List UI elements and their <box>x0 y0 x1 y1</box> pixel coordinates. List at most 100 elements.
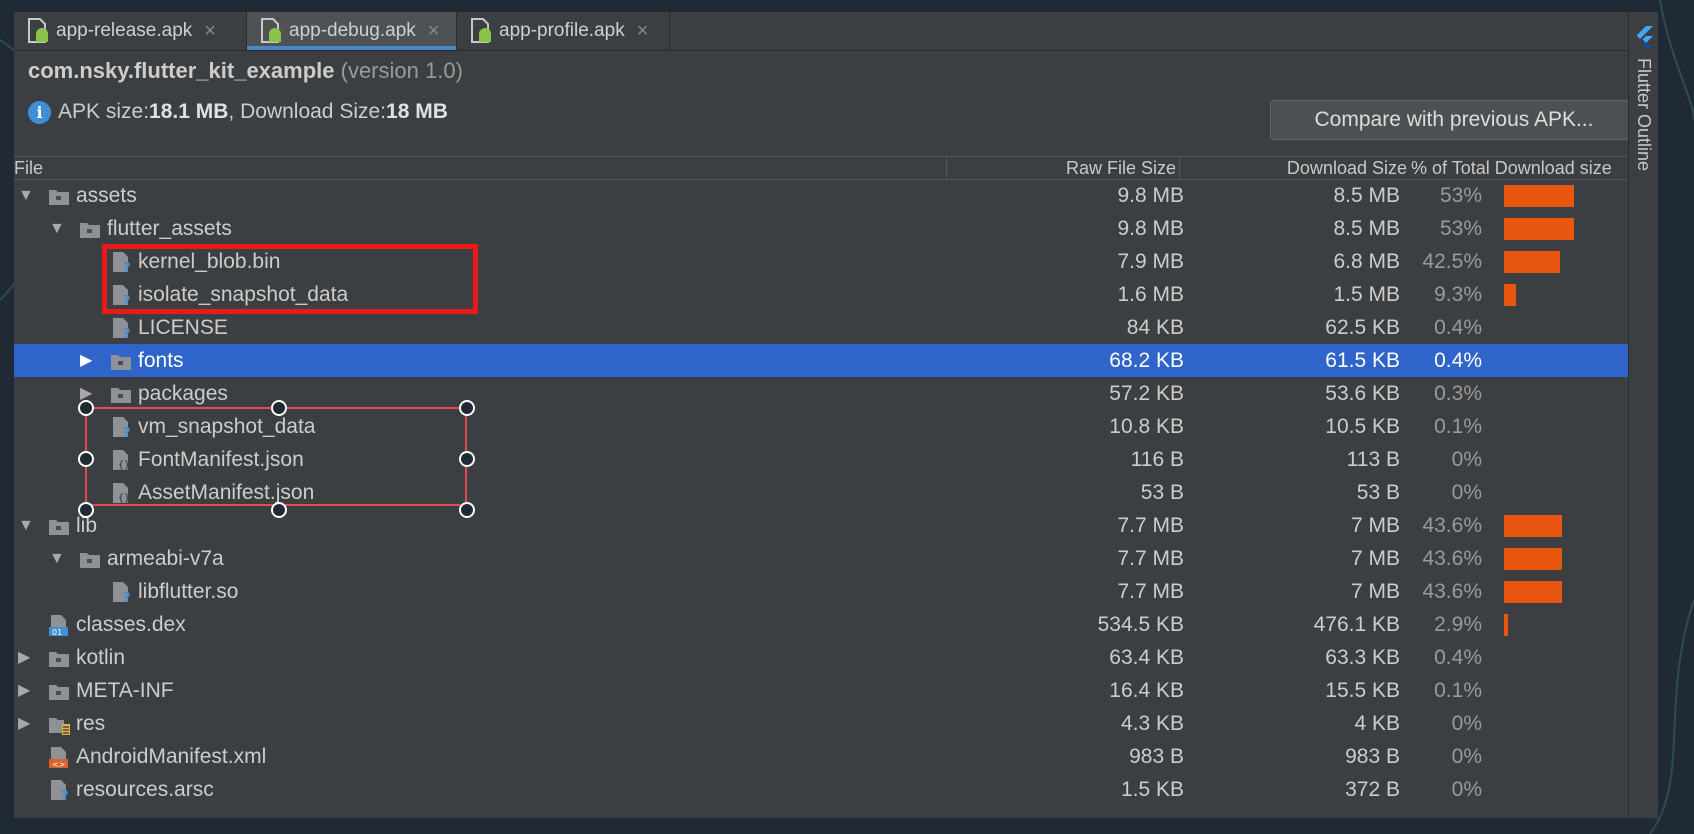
table-row[interactable]: ▶ res 4.3 KB 4 KB 0% <box>14 707 1647 740</box>
table-row[interactable]: ? resources.arsc 1.5 KB 372 B 0% <box>14 773 1647 806</box>
apk-file-icon <box>261 18 281 43</box>
file-name: libflutter.so <box>138 580 239 603</box>
file-name: AndroidManifest.xml <box>76 745 267 768</box>
res-folder-icon <box>49 718 70 735</box>
file-name: classes.dex <box>76 613 186 636</box>
tab-app-debug[interactable]: app-debug.apk × <box>247 12 457 50</box>
table-row[interactable]: ▶ fonts 68.2 KB 61.5 KB 0.4% <box>14 344 1647 377</box>
unknown-file-icon: ? <box>113 318 131 339</box>
compare-previous-apk-button[interactable]: Compare with previous APK... <box>1270 100 1638 140</box>
download-size: 8.5 MB <box>1333 184 1400 207</box>
file-name: packages <box>138 382 228 405</box>
chevron-down-icon[interactable]: ▼ <box>18 509 34 542</box>
table-row[interactable]: ? LICENSE 84 KB 62.5 KB 0.4% <box>14 311 1647 344</box>
resize-handle[interactable] <box>78 400 94 416</box>
download-size: 113 B <box>1346 448 1400 471</box>
download-size: 15.5 KB <box>1325 679 1400 702</box>
resize-handle[interactable] <box>459 502 475 518</box>
resize-handle[interactable] <box>78 451 94 467</box>
chevron-right-icon[interactable]: ▶ <box>18 641 30 674</box>
close-icon[interactable]: × <box>204 20 216 43</box>
download-size-bar <box>1504 284 1516 306</box>
apk-size-value: 18.1 MB <box>149 100 229 123</box>
chevron-right-icon[interactable]: ▶ <box>80 344 92 377</box>
percent-of-total: 2.9% <box>1434 613 1482 636</box>
raw-file-size: 9.8 MB <box>1117 217 1184 240</box>
resize-handle[interactable] <box>459 400 475 416</box>
file-name: kotlin <box>76 646 126 669</box>
chevron-down-icon[interactable]: ▼ <box>49 542 65 575</box>
svg-text:?: ? <box>123 591 131 603</box>
flutter-outline-panel[interactable]: Flutter Outline <box>1628 12 1658 818</box>
column-raw-size[interactable]: Raw File Size <box>946 157 1176 179</box>
file-name: flutter_assets <box>107 217 232 240</box>
percent-of-total: 42.5% <box>1422 250 1482 273</box>
raw-file-size: 7.9 MB <box>1117 250 1184 273</box>
folder-icon <box>49 190 69 205</box>
file-name: fonts <box>138 349 184 372</box>
table-row[interactable]: ▼ armeabi-v7a 7.7 MB 7 MB 43.6% <box>14 542 1647 575</box>
file-name: resources.arsc <box>76 778 214 801</box>
table-row[interactable]: ▼ lib 7.7 MB 7 MB 43.6% <box>14 509 1647 542</box>
table-row[interactable]: <> AndroidManifest.xml 983 B 983 B 0% <box>14 740 1647 773</box>
tab-app-profile[interactable]: app-profile.apk × <box>457 12 670 50</box>
folder-icon <box>49 685 69 700</box>
table-header: File Raw File Size Download Size % of To… <box>14 156 1647 180</box>
unknown-file-icon: ? <box>51 780 69 801</box>
table-row[interactable]: ▶ META-INF 16.4 KB 15.5 KB 0.1% <box>14 674 1647 707</box>
download-size-bar <box>1504 614 1508 636</box>
table-row[interactable]: ? libflutter.so 7.7 MB 7 MB 43.6% <box>14 575 1647 608</box>
download-size-bar <box>1504 218 1574 240</box>
download-size: 8.5 MB <box>1333 217 1400 240</box>
dex-file-icon: 01 <box>49 615 68 636</box>
folder-icon <box>111 388 131 403</box>
table-row[interactable]: ▶ kotlin 63.4 KB 63.3 KB 0.4% <box>14 641 1647 674</box>
tab-app-release[interactable]: app-release.apk × <box>14 12 247 50</box>
table-row[interactable]: ▶ packages 57.2 KB 53.6 KB 0.3% <box>14 377 1647 410</box>
tab-label: app-profile.apk <box>499 20 625 41</box>
raw-file-size: 53 B <box>1140 481 1184 504</box>
chevron-down-icon[interactable]: ▼ <box>18 179 34 212</box>
resize-handle[interactable] <box>271 502 287 518</box>
chevron-right-icon[interactable]: ▶ <box>18 674 30 707</box>
download-size: 63.3 KB <box>1325 646 1400 669</box>
tab-label: app-debug.apk <box>289 20 416 41</box>
table-row[interactable]: ▼ assets 9.8 MB 8.5 MB 53% <box>14 179 1647 212</box>
raw-file-size: 63.4 KB <box>1109 646 1184 669</box>
tab-bar: app-release.apk × app-debug.apk × app-pr… <box>14 12 1647 51</box>
chevron-down-icon[interactable]: ▼ <box>49 212 65 245</box>
file-name: res <box>76 712 106 735</box>
download-size: 10.5 KB <box>1325 415 1400 438</box>
resize-handle[interactable] <box>78 502 94 518</box>
percent-of-total: 0% <box>1451 481 1482 504</box>
raw-file-size: 84 KB <box>1126 316 1184 339</box>
raw-file-size: 116 B <box>1130 448 1184 471</box>
highlight-box <box>102 244 478 314</box>
download-size: 53.6 KB <box>1325 382 1400 405</box>
tab-label: app-release.apk <box>56 20 193 41</box>
raw-file-size: 16.4 KB <box>1109 679 1184 702</box>
download-size-bar <box>1504 185 1574 207</box>
resize-handle[interactable] <box>459 451 475 467</box>
download-size: 372 B <box>1345 778 1400 801</box>
download-size-bar <box>1504 581 1562 603</box>
svg-text:01: 01 <box>52 628 62 636</box>
apk-file-icon <box>471 18 491 43</box>
raw-file-size: 983 B <box>1129 745 1184 768</box>
percent-of-total: 53% <box>1439 217 1482 240</box>
xml-file-icon: <> <box>49 747 68 768</box>
download-size: 62.5 KB <box>1325 316 1400 339</box>
close-icon[interactable]: × <box>428 20 440 43</box>
close-icon[interactable]: × <box>637 20 649 43</box>
table-row[interactable]: ▼ flutter_assets 9.8 MB 8.5 MB 53% <box>14 212 1647 245</box>
raw-file-size: 10.8 KB <box>1109 415 1184 438</box>
package-name: com.nsky.flutter_kit_example <box>28 58 335 83</box>
chevron-right-icon[interactable]: ▶ <box>18 707 30 740</box>
table-row[interactable]: 01 classes.dex 534.5 KB 476.1 KB 2.9% <box>14 608 1647 641</box>
column-download-size[interactable]: Download Size <box>1180 157 1407 179</box>
resize-handle[interactable] <box>271 400 287 416</box>
folder-icon <box>80 553 100 568</box>
column-percent[interactable]: % of Total Download size <box>1411 157 1612 179</box>
percent-of-total: 0.1% <box>1434 679 1482 702</box>
column-file[interactable]: File <box>14 157 43 179</box>
